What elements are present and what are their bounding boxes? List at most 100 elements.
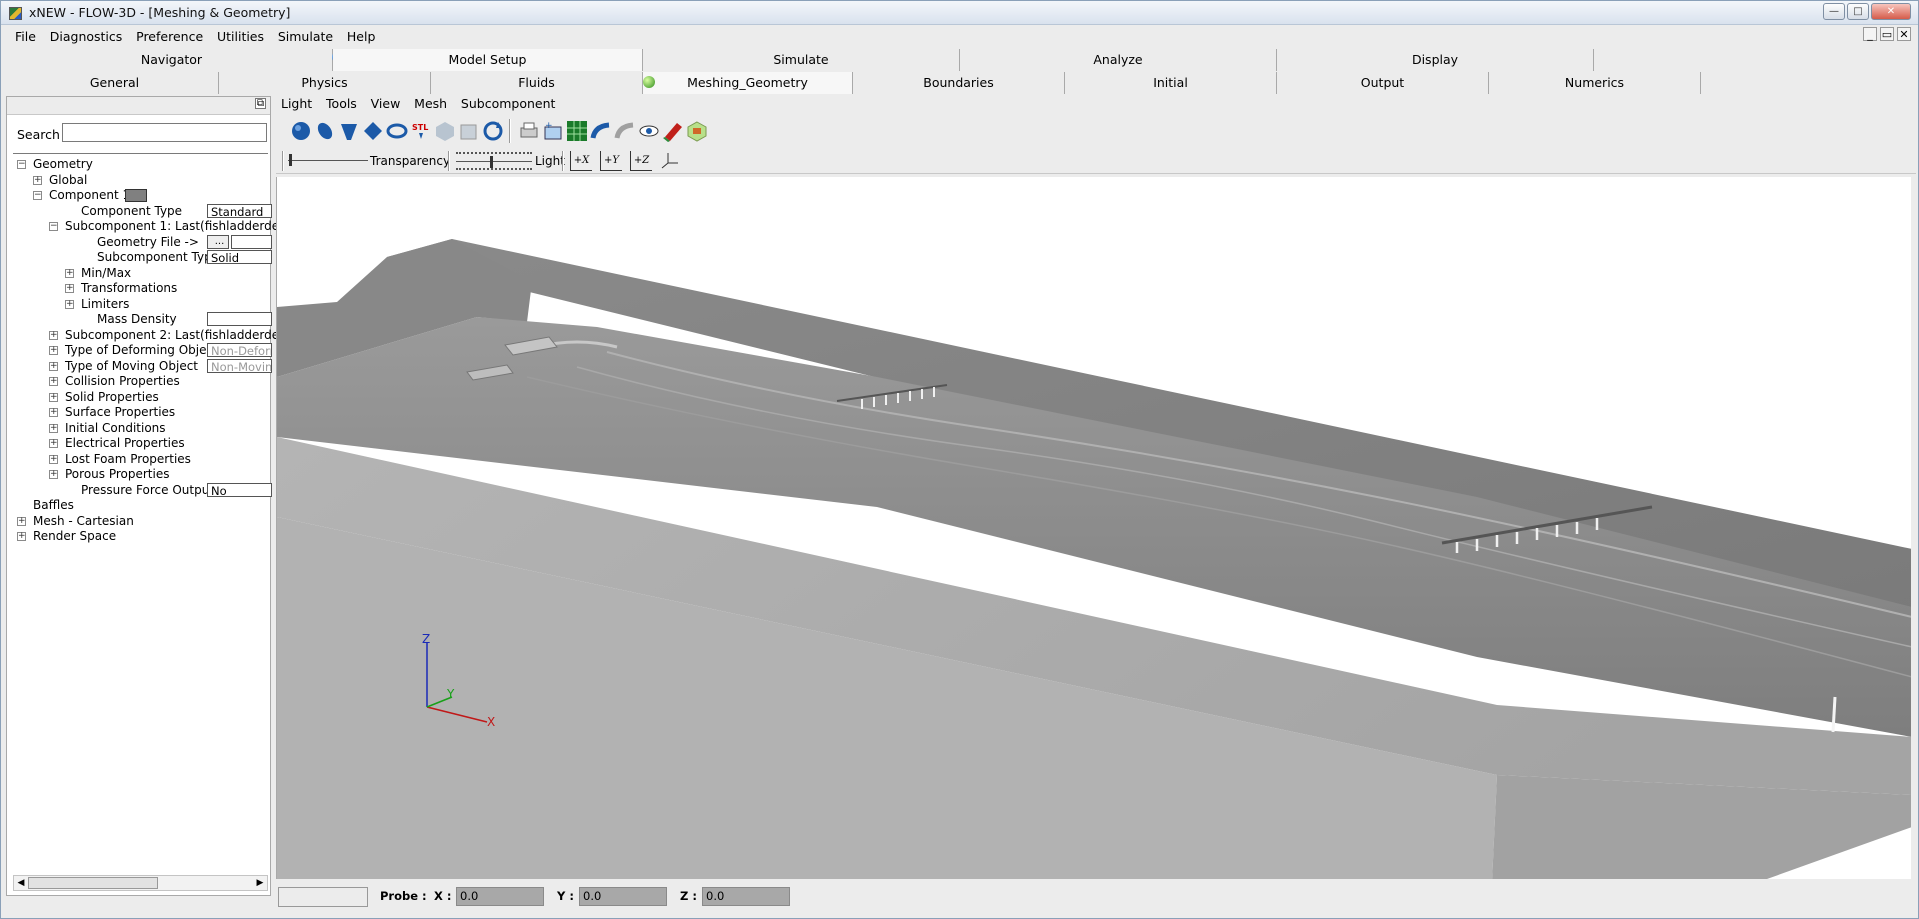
- expand-icon[interactable]: +: [49, 377, 58, 386]
- expand-icon[interactable]: +: [49, 361, 58, 371]
- light-slider-track[interactable]: [456, 161, 532, 162]
- torus-icon[interactable]: [386, 120, 408, 142]
- eye-icon[interactable]: [638, 120, 660, 142]
- tree-item[interactable]: + Electrical Properties: [7, 436, 272, 452]
- property-value-field[interactable]: Solid: [207, 250, 272, 264]
- scroll-right-icon[interactable]: ▶: [253, 876, 267, 890]
- tree-item[interactable]: + Collision Properties: [7, 374, 272, 390]
- tab-analyze[interactable]: Analyze: [960, 49, 1277, 71]
- expand-icon[interactable]: +: [49, 330, 58, 340]
- 3d-viewport[interactable]: Z X Y: [276, 177, 1911, 879]
- isometric-view-icon[interactable]: [660, 151, 680, 171]
- expand-icon[interactable]: +: [65, 299, 74, 309]
- expand-icon[interactable]: +: [65, 268, 74, 278]
- scroll-thumb[interactable]: [28, 877, 158, 889]
- property-value-field[interactable]: Non-Deforming: [207, 343, 272, 357]
- box-icon[interactable]: [362, 120, 384, 142]
- scroll-left-icon[interactable]: ◀: [14, 876, 28, 890]
- stl-import-icon[interactable]: STL: [410, 120, 432, 142]
- menu-utilities[interactable]: Utilities: [213, 27, 268, 46]
- light-slider-thumb[interactable]: [490, 156, 493, 168]
- undock-icon[interactable]: ⧉: [255, 98, 266, 109]
- menu-help[interactable]: Help: [343, 27, 380, 46]
- tree-item[interactable]: + Solid Properties: [7, 390, 272, 406]
- search-input[interactable]: [62, 123, 267, 142]
- transparency-slider-track[interactable]: [288, 160, 368, 161]
- mdi-minimize-button[interactable]: _: [1863, 27, 1877, 41]
- cylinder-icon[interactable]: [314, 120, 336, 142]
- mdi-restore-button[interactable]: ▭: [1880, 27, 1894, 41]
- tree-item[interactable]: − Geometry: [7, 157, 272, 173]
- property-value-field[interactable]: No: [207, 482, 272, 497]
- maximize-button[interactable]: □: [1847, 3, 1869, 20]
- tab-model-setup[interactable]: Model Setup: [333, 49, 643, 71]
- expand-icon[interactable]: +: [33, 175, 42, 185]
- tree-item[interactable]: + Type of Deforming ObjectNon-Deforming: [7, 343, 272, 359]
- tab-meshing-geometry[interactable]: Meshing_Geometry: [643, 72, 853, 94]
- pipe-icon[interactable]: [590, 120, 612, 142]
- tab-display[interactable]: Display: [1277, 49, 1594, 71]
- horizontal-scrollbar[interactable]: ◀ ▶: [13, 875, 268, 891]
- solid-component-icon[interactable]: [662, 120, 684, 142]
- tree-item[interactable]: + Min/Max: [7, 266, 272, 282]
- expand-icon[interactable]: +: [49, 454, 58, 464]
- expand-icon[interactable]: +: [49, 408, 58, 417]
- menu-tools[interactable]: Tools: [326, 96, 357, 111]
- tab-general[interactable]: General: [11, 72, 219, 94]
- tab-navigator[interactable]: Navigator: [11, 49, 333, 71]
- tab-numerics[interactable]: Numerics: [1489, 72, 1701, 94]
- cube-grid-icon[interactable]: [458, 120, 480, 142]
- menu-preference[interactable]: Preference: [132, 27, 207, 46]
- tree-item[interactable]: + Mesh - Cartesian: [7, 514, 272, 530]
- browse-button[interactable]: ...: [207, 234, 229, 249]
- mdi-close-button[interactable]: ✕: [1897, 27, 1911, 41]
- tree-item[interactable]: Baffles: [7, 498, 272, 514]
- tab-physics[interactable]: Physics: [219, 72, 431, 94]
- expand-icon[interactable]: +: [49, 470, 58, 479]
- mesh-grid-icon[interactable]: [566, 120, 588, 142]
- transparency-slider-thumb[interactable]: [289, 154, 292, 166]
- expand-icon[interactable]: +: [49, 439, 58, 448]
- add-mesh-icon[interactable]: +: [542, 120, 564, 142]
- menu-simulate[interactable]: Simulate: [274, 27, 337, 46]
- tree-item[interactable]: + Initial Conditions: [7, 421, 272, 437]
- menu-diagnostics[interactable]: Diagnostics: [46, 27, 127, 46]
- tree-item[interactable]: + Porous Properties: [7, 467, 272, 483]
- expand-icon[interactable]: +: [49, 392, 58, 402]
- tree-item[interactable]: + Surface Properties: [7, 405, 272, 421]
- tree-item[interactable]: − Component 1: [7, 188, 272, 204]
- expand-icon[interactable]: +: [17, 532, 26, 541]
- tree-item[interactable]: + Type of Moving Object Non-Moving: [7, 358, 272, 375]
- sphere-icon[interactable]: [290, 120, 312, 142]
- expand-icon[interactable]: +: [65, 284, 74, 293]
- expand-icon[interactable]: +: [49, 423, 58, 433]
- minimize-button[interactable]: —: [1823, 3, 1845, 20]
- expand-icon[interactable]: +: [49, 346, 58, 355]
- menu-light[interactable]: Light: [281, 96, 312, 111]
- tab-fluids[interactable]: Fluids: [431, 72, 643, 94]
- tree-item[interactable]: + Subcomponent 2: Last(fishladderdele: [7, 328, 290, 344]
- tab-output[interactable]: Output: [1277, 72, 1489, 94]
- tree-item[interactable]: + Lost Foam Properties: [7, 452, 272, 468]
- view-plus-y-button[interactable]: +Y: [600, 151, 622, 171]
- print-icon[interactable]: [518, 120, 540, 142]
- raster-icon[interactable]: [434, 120, 456, 142]
- collapse-icon[interactable]: −: [49, 222, 58, 231]
- tree-item[interactable]: − Subcomponent 1: Last(fishladderdele: [7, 219, 290, 235]
- menu-mesh[interactable]: Mesh: [414, 96, 447, 111]
- cone-icon[interactable]: [338, 120, 360, 142]
- close-button[interactable]: ✕: [1871, 3, 1911, 20]
- menu-view[interactable]: View: [371, 96, 401, 111]
- property-value-field[interactable]: Non-Moving: [207, 358, 272, 373]
- tree-item[interactable]: + Global: [7, 173, 272, 189]
- view-plus-z-button[interactable]: +Z: [630, 151, 652, 171]
- tab-initial[interactable]: Initial: [1065, 72, 1277, 94]
- tab-boundaries[interactable]: Boundaries: [853, 72, 1065, 94]
- tree-item[interactable]: Pressure Force Output No: [7, 482, 272, 499]
- component-color-swatch[interactable]: [125, 189, 147, 202]
- tree-item[interactable]: Mass Density: [7, 312, 272, 328]
- view-plus-x-button[interactable]: +X: [570, 151, 592, 171]
- tree-item[interactable]: + Limiters: [7, 297, 272, 313]
- expand-icon[interactable]: +: [17, 516, 26, 526]
- pipe-gray-icon[interactable]: [614, 120, 636, 142]
